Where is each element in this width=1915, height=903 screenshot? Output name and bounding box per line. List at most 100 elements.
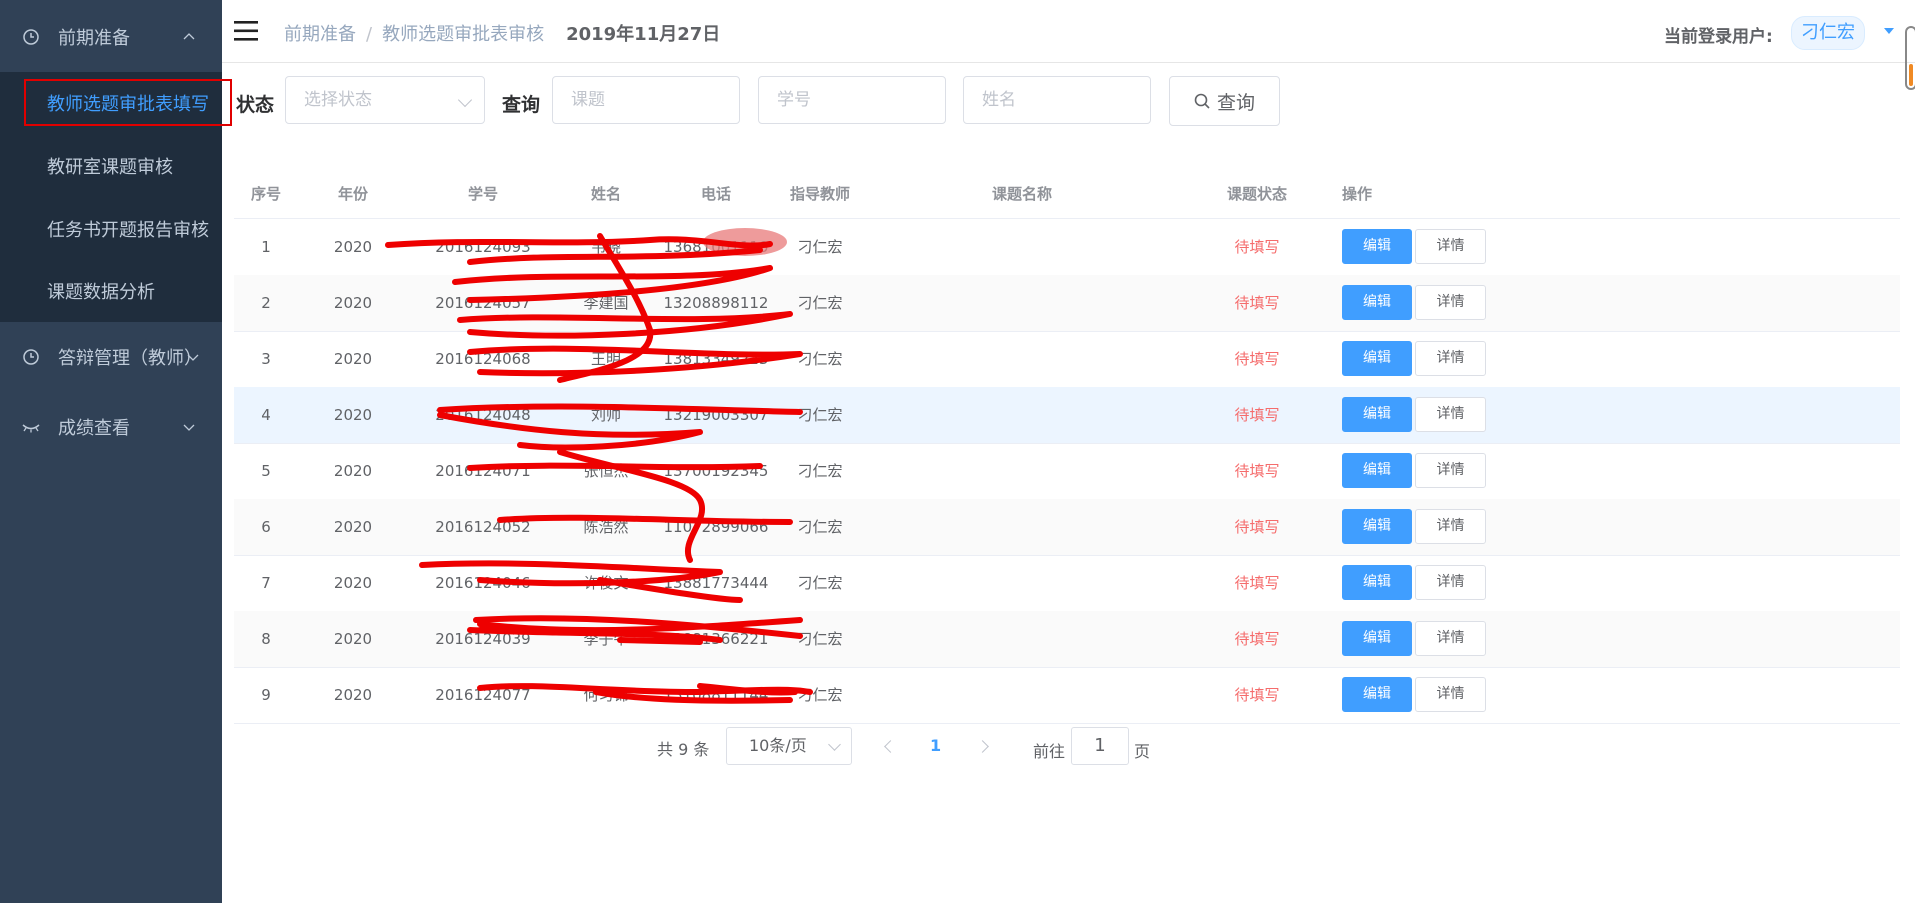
query-button[interactable]: 查询 xyxy=(1169,76,1280,126)
detail-button[interactable]: 详情 xyxy=(1415,397,1486,432)
cell-year: 2020 xyxy=(333,406,373,424)
table-row[interactable]: 3 2020 2016124068 王明 13813349223 刁仁宏 待填写 编辑 详情 xyxy=(234,331,1900,388)
cell-name: 刘帅 xyxy=(590,406,621,424)
table-row[interactable]: 6 2020 2016124052 陈浩然 11072899066 刁仁宏 待填写 编辑 详情 xyxy=(234,499,1900,556)
topic-placeholder: 课题 xyxy=(571,90,605,110)
edit-button[interactable]: 编辑 xyxy=(1342,621,1412,656)
topic-input[interactable]: 课题 xyxy=(552,76,740,124)
cell-no: 7 xyxy=(261,574,271,592)
chevron-down-icon xyxy=(457,92,473,108)
cell-student-id: 2016124093 xyxy=(435,238,531,256)
edit-button[interactable]: 编辑 xyxy=(1342,677,1412,712)
edit-button[interactable]: 编辑 xyxy=(1342,229,1412,264)
chevron-down-icon xyxy=(183,424,195,431)
table-row[interactable]: 7 2020 2016124046 许俊文 13881773444 刁仁宏 待填写 编辑 详情 xyxy=(234,555,1900,612)
breadcrumb-separator: / xyxy=(366,24,373,45)
goto-page-input[interactable]: 1 xyxy=(1071,727,1129,765)
submenu-item-proposal-review[interactable]: 任务书开题报告审核 xyxy=(0,198,222,260)
cell-teacher: 刁仁宏 xyxy=(797,350,843,368)
status-select-placeholder: 选择状态 xyxy=(304,90,372,110)
cell-teacher: 刁仁宏 xyxy=(797,238,843,256)
cell-no: 1 xyxy=(261,238,271,256)
table-row[interactable]: 1 2020 2016124093 韦晓 13681001110 刁仁宏 待填写 编辑 详情 xyxy=(234,219,1900,276)
detail-button[interactable]: 详情 xyxy=(1415,565,1486,600)
table-row[interactable]: 4 2020 2016124048 刘帅 13219003307 刁仁宏 待填写 编辑 详情 xyxy=(234,387,1900,444)
menu-group-grades[interactable]: 成绩查看 xyxy=(0,392,222,462)
cell-student-id: 2016124077 xyxy=(435,686,531,704)
cell-topic-name xyxy=(862,331,1182,387)
menu-group-defense[interactable]: 答辩管理（教师） xyxy=(0,322,222,392)
clock-icon xyxy=(23,29,39,45)
cell-status: 待填写 xyxy=(1234,686,1280,704)
scrollbar-thumb[interactable] xyxy=(1905,26,1915,90)
submenu-item-topic-analysis[interactable]: 课题数据分析 xyxy=(0,260,222,322)
name-input[interactable]: 姓名 xyxy=(963,76,1151,124)
edit-button[interactable]: 编辑 xyxy=(1342,509,1412,544)
user-tag[interactable]: 刁仁宏 xyxy=(1791,16,1865,50)
breadcrumb-item[interactable]: 前期准备 xyxy=(284,24,356,45)
header-topic-status: 课题状态 xyxy=(1226,185,1287,203)
next-page-icon[interactable] xyxy=(976,740,989,753)
edit-button[interactable]: 编辑 xyxy=(1342,285,1412,320)
cell-topic-name xyxy=(862,611,1182,667)
detail-button[interactable]: 详情 xyxy=(1415,509,1486,544)
cell-teacher: 刁仁宏 xyxy=(797,406,843,424)
header-phone: 电话 xyxy=(700,185,731,203)
page-size-value: 10条/页 xyxy=(749,736,807,755)
cell-no: 9 xyxy=(261,686,271,704)
caret-down-icon[interactable] xyxy=(1884,28,1894,34)
table-row[interactable]: 5 2020 2016124071 张恒杰 13700192345 刁仁宏 待填写 编辑 详情 xyxy=(234,443,1900,500)
navbar: 前期准备 / 教师选题审批表审核 2019年11月27日 当前登录用户: 刁仁宏 xyxy=(222,0,1915,63)
cell-status: 待填写 xyxy=(1234,630,1280,648)
sidebar: 前期准备 教师选题审批表填写 教研室课题审核 任务书开题报告审核 课题数据分析 … xyxy=(0,0,222,903)
edit-button[interactable]: 编辑 xyxy=(1342,397,1412,432)
prev-page-icon[interactable] xyxy=(884,740,897,753)
cell-teacher: 刁仁宏 xyxy=(797,686,843,704)
menu-group-label: 答辩管理（教师） xyxy=(58,348,202,369)
cell-year: 2020 xyxy=(333,574,373,592)
annotation-highlight-box xyxy=(24,79,232,126)
detail-button[interactable]: 详情 xyxy=(1415,621,1486,656)
menu-group-preparation[interactable]: 前期准备 xyxy=(0,2,222,72)
submenu-item-label: 课题数据分析 xyxy=(47,282,155,303)
cell-year: 2020 xyxy=(333,630,373,648)
cell-status: 待填写 xyxy=(1234,238,1280,256)
chevron-down-icon xyxy=(187,354,199,361)
status-select[interactable]: 选择状态 xyxy=(285,76,485,124)
cell-status: 待填写 xyxy=(1234,350,1280,368)
table-row[interactable]: 8 2020 2016124039 李子牛 13881366221 刁仁宏 待填写 编辑 详情 xyxy=(234,611,1900,668)
cell-year: 2020 xyxy=(333,238,373,256)
edit-button[interactable]: 编辑 xyxy=(1342,453,1412,488)
submenu-item-office-topic-review[interactable]: 教研室课题审核 xyxy=(0,135,222,197)
header-actions: 操作 xyxy=(1342,185,1373,203)
cell-topic-name xyxy=(862,219,1182,275)
goto-label: 前往 xyxy=(1033,742,1066,761)
edit-button[interactable]: 编辑 xyxy=(1342,565,1412,600)
cell-phone: 13700192345 xyxy=(663,462,769,480)
hamburger-icon[interactable] xyxy=(234,20,258,42)
table-row[interactable]: 9 2020 2016124077 何习锦 13108811144 刁仁宏 待填写 编辑 详情 xyxy=(234,667,1900,724)
cell-teacher: 刁仁宏 xyxy=(797,294,843,312)
cell-phone: 11072899066 xyxy=(663,518,769,536)
detail-button[interactable]: 详情 xyxy=(1415,453,1486,488)
cell-student-id: 2016124046 xyxy=(435,574,531,592)
header-name: 姓名 xyxy=(590,185,621,203)
detail-button[interactable]: 详情 xyxy=(1415,341,1486,376)
page-size-select[interactable]: 10条/页 xyxy=(726,727,852,765)
cell-student-id: 2016124057 xyxy=(435,294,531,312)
table-row[interactable]: 2 2020 2016124057 李建国 13208898112 刁仁宏 待填写 编辑 详情 xyxy=(234,275,1900,332)
header-teacher: 指导教师 xyxy=(789,185,850,203)
detail-button[interactable]: 详情 xyxy=(1415,285,1486,320)
detail-button[interactable]: 详情 xyxy=(1415,229,1486,264)
edit-button[interactable]: 编辑 xyxy=(1342,341,1412,376)
cell-name: 李建国 xyxy=(583,294,629,312)
clock-icon xyxy=(23,349,39,365)
name-placeholder: 姓名 xyxy=(982,90,1016,110)
cell-phone: 13219003307 xyxy=(663,406,769,424)
cell-name: 王明 xyxy=(590,350,621,368)
detail-button[interactable]: 详情 xyxy=(1415,677,1486,712)
page-number-current[interactable]: 1 xyxy=(930,736,941,755)
student-id-input[interactable]: 学号 xyxy=(758,76,946,124)
current-user-label: 当前登录用户: xyxy=(1664,27,1773,47)
cell-status: 待填写 xyxy=(1234,294,1280,312)
